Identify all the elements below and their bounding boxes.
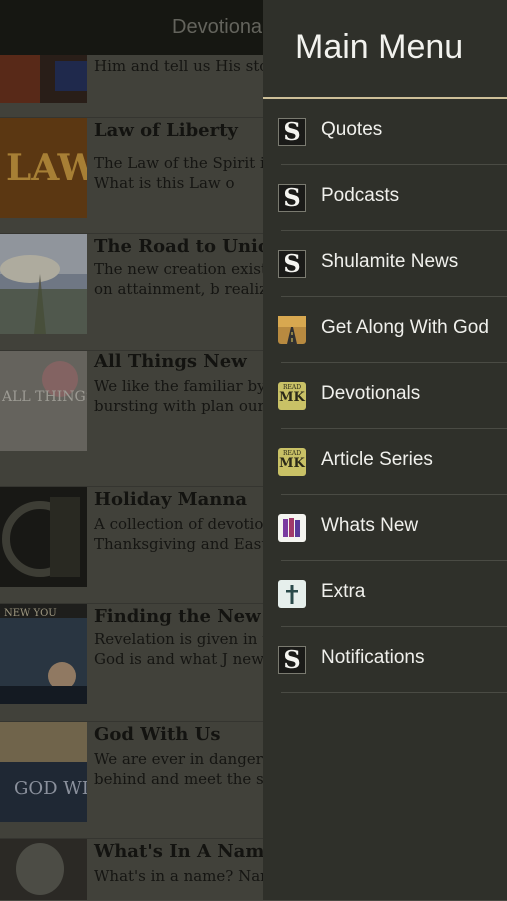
- road-icon: [278, 316, 306, 344]
- menu-item-label: Whats New: [321, 515, 419, 536]
- menu-item-label: Article Series: [321, 449, 433, 470]
- menu-item-label: Extra: [321, 581, 366, 602]
- menu-item-label: Get Along With God: [321, 317, 489, 338]
- read-mk-icon: READ MK: [278, 448, 306, 476]
- menu-item-label: Notifications: [321, 647, 425, 668]
- main-menu-drawer: Main Menu S Quotes S Podcasts S Shulamit…: [263, 0, 507, 900]
- menu-item-label: Quotes: [321, 119, 383, 140]
- menu-item-podcasts[interactable]: S Podcasts: [263, 165, 507, 231]
- shulamite-s-icon: S: [278, 646, 306, 674]
- shulamite-s-icon: S: [278, 118, 306, 146]
- menu-item-label: Devotionals: [321, 383, 421, 404]
- books-icon: [278, 514, 306, 542]
- menu-item-notifications[interactable]: S Notifications: [263, 627, 507, 693]
- menu-item-extra[interactable]: Extra: [263, 561, 507, 627]
- shulamite-s-icon: S: [278, 184, 306, 212]
- read-mk-icon: READ MK: [278, 382, 306, 410]
- menu-title: Main Menu: [295, 28, 464, 66]
- menu-item-shulamite-news[interactable]: S Shulamite News: [263, 231, 507, 297]
- menu-item-article-series[interactable]: READ MK Article Series: [263, 429, 507, 495]
- shulamite-s-icon: S: [278, 250, 306, 278]
- cross-icon: [278, 580, 306, 608]
- menu-item-devotionals[interactable]: READ MK Devotionals: [263, 363, 507, 429]
- menu-item-quotes[interactable]: S Quotes: [263, 99, 507, 165]
- menu-separator: [281, 692, 507, 693]
- menu-item-label: Podcasts: [321, 185, 400, 206]
- menu-item-whats-new[interactable]: Whats New: [263, 495, 507, 561]
- menu-item-label: Shulamite News: [321, 251, 459, 272]
- menu-item-get-along-with-god[interactable]: Get Along With God: [263, 297, 507, 363]
